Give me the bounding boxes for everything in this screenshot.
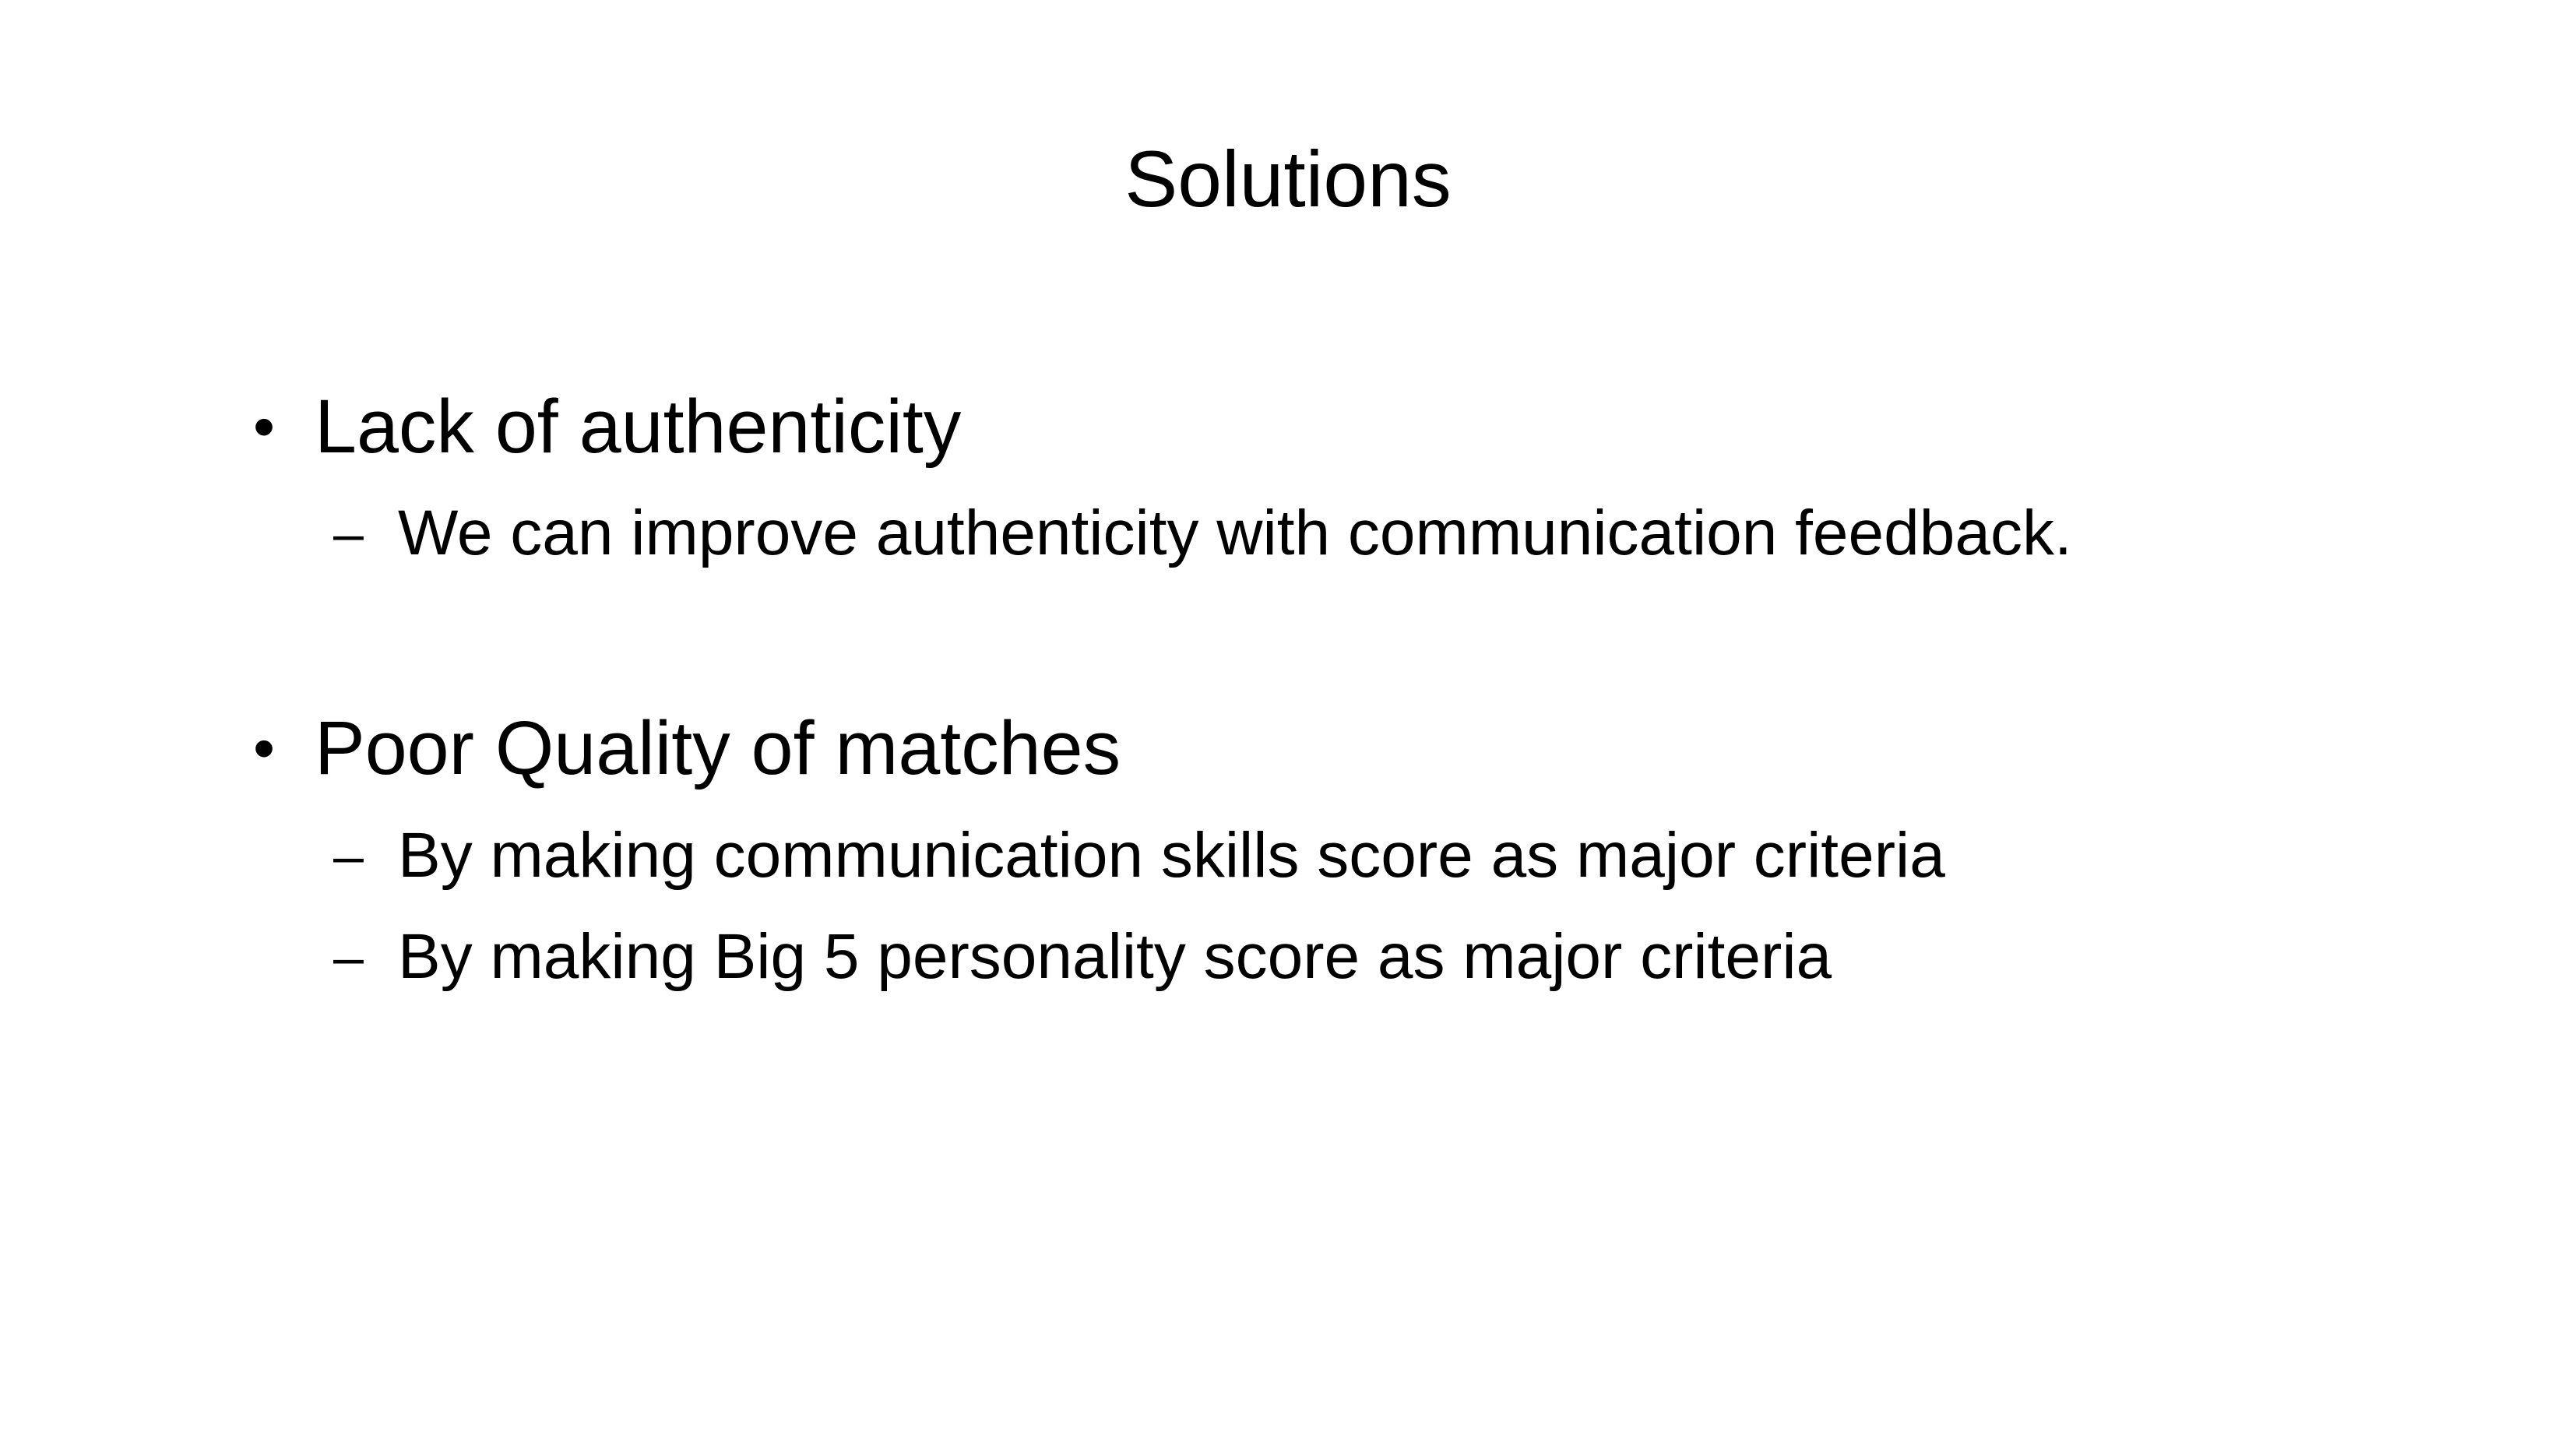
dash-icon: –: [333, 503, 364, 564]
bullet-dot-icon: •: [253, 392, 276, 461]
dash-icon: –: [333, 927, 364, 987]
slide: Solutions • Lack of authenticity – We ca…: [0, 0, 2576, 1449]
slide-title: Solutions: [1124, 135, 1452, 223]
dash-icon: –: [333, 825, 364, 886]
sub-bullet-text: By making Big 5 personality score as maj…: [398, 921, 1832, 992]
bullet-dot-icon: •: [253, 713, 276, 783]
sub-bullet-text: By making communication skills score as …: [398, 820, 1945, 891]
sub-bullet-text: We can improve authenticity with communi…: [398, 498, 2072, 568]
bullet-heading: Lack of authenticity: [315, 384, 962, 469]
bullet-heading: Poor Quality of matches: [315, 705, 1121, 790]
